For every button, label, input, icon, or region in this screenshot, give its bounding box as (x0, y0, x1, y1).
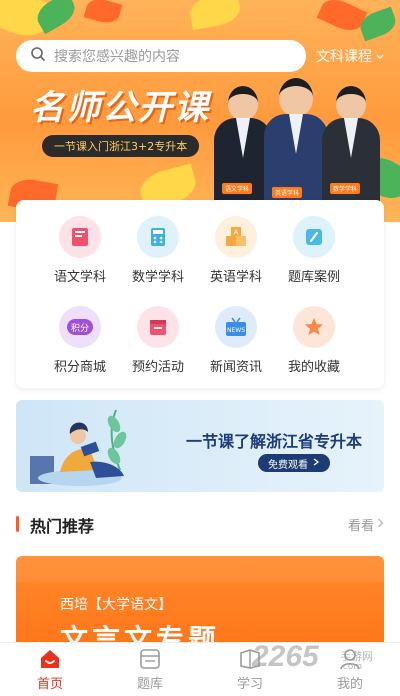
chinese-book-icon (59, 216, 101, 258)
search-input[interactable]: 搜索您感兴趣的内容 (16, 40, 306, 72)
grid-item-label: 英语学科 (209, 270, 262, 285)
grid-item-chinese[interactable]: 语文学科 (40, 216, 120, 285)
watermark-logo: 2265 (252, 640, 319, 673)
chevron-right-icon (377, 517, 384, 532)
promo-banner[interactable]: 一节课了解浙江省专升本 免费观看 (16, 400, 384, 492)
category-grid: 语文学科 数学学科 A 英语学科 题库案例 积分 积分商城 预约活动 NEWS (16, 200, 384, 388)
home-icon (37, 647, 63, 671)
search-icon (30, 46, 46, 66)
tab-label: 题库 (136, 677, 163, 692)
see-more-link[interactable]: 看看 (348, 515, 384, 534)
news-tv-icon: NEWS (215, 306, 257, 348)
calendar-icon (137, 306, 179, 348)
abc-blocks-icon: A (215, 216, 257, 258)
hero-title: 名师公开课 (30, 88, 210, 128)
watermark-domain: .com (340, 662, 363, 672)
grid-item-math[interactable]: 数学学科 (118, 216, 198, 285)
grid-item-label: 积分商城 (53, 360, 106, 375)
free-watch-label: 免费观看 (268, 459, 308, 471)
tab-home[interactable]: 首页 (20, 647, 80, 692)
calculator-icon (137, 216, 179, 258)
chevron-down-icon (376, 48, 384, 64)
svg-text:积分: 积分 (71, 322, 89, 334)
grid-item-points-mall[interactable]: 积分 积分商城 (40, 306, 120, 375)
teacher-tag: 英语学科 (272, 187, 303, 198)
hero-banner[interactable]: 搜索您感兴趣的内容 文科课程 名师公开课 一节课入门浙江3+2专升本 语文学科 … (0, 0, 400, 222)
grid-item-label: 我的收藏 (287, 360, 340, 375)
tab-question-bank[interactable]: 题库 (120, 647, 180, 692)
free-watch-button[interactable]: 免费观看 (258, 454, 330, 472)
points-icon: 积分 (59, 306, 101, 348)
decor-leaf (316, 0, 368, 37)
grid-item-label: 数学学科 (131, 270, 184, 285)
question-bank-tab-icon (137, 647, 163, 671)
see-more-label: 看看 (347, 519, 374, 534)
section-header: 热门推荐 看看 (16, 512, 384, 536)
grid-item-booking[interactable]: 预约活动 (118, 306, 198, 375)
arrow-right-icon (312, 457, 320, 469)
svg-text:A: A (234, 229, 239, 237)
category-dropdown[interactable]: 文科课程 (316, 46, 384, 66)
tab-label: 首页 (36, 677, 63, 692)
star-icon (293, 306, 335, 348)
teacher-photo: 英语学科 (264, 78, 328, 208)
course-card[interactable]: 西培【大学语文】 文言文专题 (16, 556, 384, 656)
category-label: 文科课程 (316, 49, 372, 65)
tab-label: 我的 (336, 677, 363, 692)
grid-item-label: 题库案例 (287, 270, 340, 285)
student-reading-illustration (30, 409, 127, 486)
teacher-tag: 数学学科 (330, 183, 361, 194)
teacher-tag: 语文学科 (222, 183, 253, 194)
promo-title: 一节课了解浙江省专升本 (186, 432, 363, 451)
grid-item-english[interactable]: A 英语学科 (196, 216, 276, 285)
grid-item-label: 预约活动 (131, 360, 184, 375)
grid-item-label: 语文学科 (53, 270, 106, 285)
search-row: 搜索您感兴趣的内容 文科课程 (16, 40, 386, 72)
section-title: 热门推荐 (30, 517, 95, 536)
section-accent-bar (16, 516, 19, 532)
grid-item-label: 新闻资讯 (209, 360, 262, 375)
grid-item-news[interactable]: NEWS 新闻资讯 (196, 306, 276, 375)
course-tag: 西培【大学语文】 (60, 597, 172, 613)
decor-leaf (16, 556, 384, 582)
question-bank-icon (293, 216, 335, 258)
decor-leaf (187, 0, 243, 31)
svg-text:NEWS: NEWS (227, 327, 245, 334)
tab-label: 学习 (236, 677, 263, 692)
teacher-photo: 数学学科 (322, 86, 380, 204)
decor-leaf (83, 0, 123, 27)
grid-item-question-bank[interactable]: 题库案例 (274, 216, 354, 285)
hero-subtitle: 一节课入门浙江3+2专升本 (42, 135, 200, 157)
search-placeholder: 搜索您感兴趣的内容 (54, 49, 180, 65)
grid-item-favorites[interactable]: 我的收藏 (274, 306, 354, 375)
